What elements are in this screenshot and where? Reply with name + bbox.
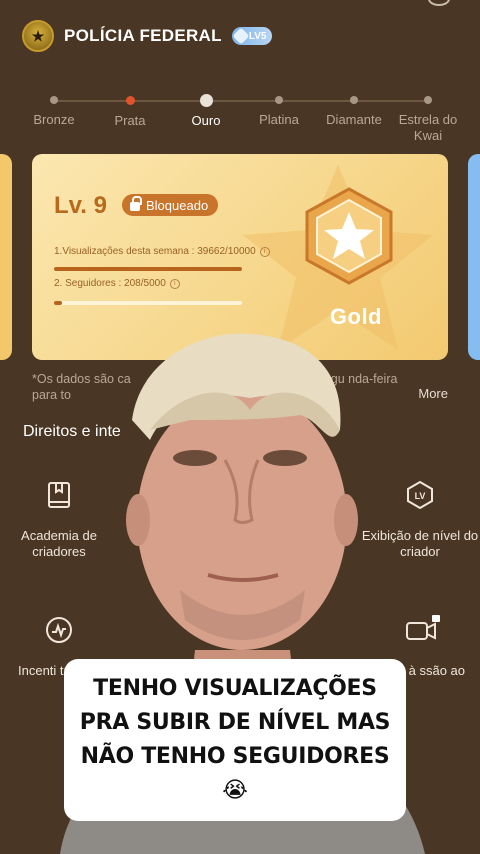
views-progress-bar: [54, 267, 242, 271]
info-icon[interactable]: i: [259, 246, 270, 257]
tier-prata[interactable]: Prata: [89, 94, 171, 129]
profile-name: POLÍCIA FEDERAL: [64, 26, 222, 45]
locked-text: Bloqueado: [146, 197, 209, 213]
requirement-followers: 2. Seguidores : 208/5000 i: [54, 278, 180, 289]
caption-text: TENHO VISUALIZAÇÕES PRA SUBIR DE NÍVEL M…: [79, 676, 391, 803]
card-level: Lv. 9: [54, 192, 107, 219]
tier-label: Estrela do Kwai: [398, 112, 458, 143]
tier-dot: [125, 96, 135, 105]
locked-badge: Bloqueado: [122, 194, 219, 216]
tier-label: Diamante: [326, 112, 382, 127]
requirement-views-text: 1.Visualizações desta semana : 39662/100…: [54, 246, 256, 257]
followers-progress-fill: [54, 301, 62, 305]
top-right-icon[interactable]: [428, 0, 450, 6]
tier-dot: [424, 96, 432, 104]
followers-progress-bar: [54, 301, 242, 305]
tier-bronze[interactable]: Bronze: [13, 94, 95, 128]
tier-dot: [50, 96, 58, 104]
tier-diamante[interactable]: Diamante: [313, 94, 395, 128]
gem-icon: [232, 27, 250, 45]
tier-label: Bronze: [33, 112, 75, 127]
tier-label: Ouro: [191, 113, 221, 128]
requirement-followers-text: 2. Seguidores : 208/5000: [54, 278, 166, 289]
lock-icon: [130, 196, 142, 211]
level-badge[interactable]: LV5: [231, 27, 273, 45]
police-badge-icon: ★: [22, 20, 54, 52]
tier-dot: [350, 96, 358, 104]
tier-label: Platina: [259, 112, 299, 127]
info-icon[interactable]: i: [169, 278, 180, 289]
tier-estrela-do-kwai[interactable]: Estrela do Kwai: [390, 94, 466, 144]
level-badge-text: LV5: [248, 30, 267, 42]
tier-label: Prata: [114, 113, 146, 128]
requirement-views: 1.Visualizações desta semana : 39662/100…: [54, 246, 270, 257]
tier-dot: [199, 94, 213, 107]
tier-dot: [275, 96, 283, 104]
header: ★ POLÍCIA FEDERAL LV5: [22, 20, 273, 52]
video-caption: TENHO VISUALIZAÇÕES PRA SUBIR DE NÍVEL M…: [64, 659, 406, 821]
views-progress-fill: [54, 267, 242, 271]
gold-hexagon-icon: [305, 187, 393, 285]
tier-platina[interactable]: Platina: [238, 94, 320, 128]
tier-ouro[interactable]: Ouro: [165, 94, 247, 129]
